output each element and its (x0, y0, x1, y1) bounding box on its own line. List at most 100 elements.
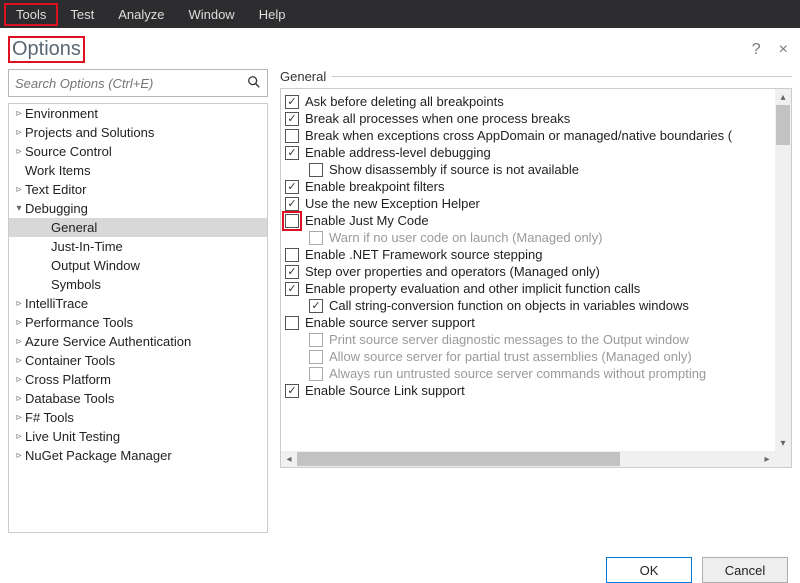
option-break-when-exceptions-cross-appdomain-or[interactable]: Break when exceptions cross AppDomain or… (285, 127, 775, 144)
tree-item-label: Performance Tools (25, 315, 133, 330)
checkbox[interactable] (285, 95, 299, 109)
tree-item-database-tools[interactable]: Database Tools (9, 389, 267, 408)
option-label: Enable Just My Code (305, 213, 429, 228)
tree-item-work-items[interactable]: Work Items (9, 161, 267, 180)
checkbox[interactable] (285, 112, 299, 126)
tree-item-intellitrace[interactable]: IntelliTrace (9, 294, 267, 313)
tree-item-symbols[interactable]: Symbols (9, 275, 267, 294)
option-enable-source-server-support[interactable]: Enable source server support (285, 314, 775, 331)
tree-item-live-unit-testing[interactable]: Live Unit Testing (9, 427, 267, 446)
option-show-disassembly-if-source-is-not-availa[interactable]: Show disassembly if source is not availa… (285, 161, 775, 178)
option-label: Break when exceptions cross AppDomain or… (305, 128, 732, 143)
ok-button[interactable]: OK (606, 557, 692, 583)
tree-item-debugging[interactable]: Debugging (9, 199, 267, 218)
tree-item-label: General (51, 220, 97, 235)
tree-item-f-tools[interactable]: F# Tools (9, 408, 267, 427)
menu-help[interactable]: Help (247, 3, 298, 26)
menu-analyze[interactable]: Analyze (106, 3, 176, 26)
scroll-track[interactable] (775, 105, 791, 435)
checkbox[interactable] (285, 197, 299, 211)
options-tree[interactable]: EnvironmentProjects and SolutionsSource … (8, 103, 268, 533)
search-row (8, 69, 268, 97)
option-label: Enable .NET Framework source stepping (305, 247, 542, 262)
vertical-scrollbar[interactable]: ▴ ▾ (775, 89, 791, 451)
checkbox[interactable] (285, 282, 299, 296)
scroll-right-icon[interactable]: ▸ (759, 451, 775, 467)
option-step-over-properties-and-operators-manag[interactable]: Step over properties and operators (Mana… (285, 263, 775, 280)
tree-twisty-icon[interactable] (13, 393, 25, 404)
scroll-up-icon[interactable]: ▴ (775, 89, 791, 105)
tree-item-projects-and-solutions[interactable]: Projects and Solutions (9, 123, 267, 142)
tree-item-just-in-time[interactable]: Just-In-Time (9, 237, 267, 256)
option-enable-just-my-code[interactable]: Enable Just My Code (285, 212, 775, 229)
search-input[interactable] (15, 76, 247, 91)
option-use-the-new-exception-helper[interactable]: Use the new Exception Helper (285, 195, 775, 212)
option-ask-before-deleting-all-breakpoints[interactable]: Ask before deleting all breakpoints (285, 93, 775, 110)
checkbox[interactable] (285, 316, 299, 330)
option-enable-breakpoint-filters[interactable]: Enable breakpoint filters (285, 178, 775, 195)
group-label-row: General (280, 69, 792, 84)
option-enable-address-level-debugging[interactable]: Enable address-level debugging (285, 144, 775, 161)
tree-item-general[interactable]: General (9, 218, 267, 237)
tree-item-label: NuGet Package Manager (25, 448, 172, 463)
option-break-all-processes-when-one-process-bre[interactable]: Break all processes when one process bre… (285, 110, 775, 127)
option-enable-source-link-support[interactable]: Enable Source Link support (285, 382, 775, 399)
checkbox[interactable] (285, 214, 299, 228)
cancel-button[interactable]: Cancel (702, 557, 788, 583)
tree-item-azure-service-authentication[interactable]: Azure Service Authentication (9, 332, 267, 351)
tree-twisty-icon[interactable] (13, 336, 25, 347)
close-button[interactable]: × (779, 41, 788, 59)
tree-item-environment[interactable]: Environment (9, 104, 267, 123)
hscroll-thumb[interactable] (297, 452, 620, 466)
tree-twisty-icon[interactable] (13, 317, 25, 328)
checkbox[interactable] (309, 299, 323, 313)
hscroll-track[interactable] (297, 451, 759, 467)
option-call-string-conversion-function-on-objec[interactable]: Call string-conversion function on objec… (285, 297, 775, 314)
checkbox[interactable] (285, 129, 299, 143)
tree-twisty-icon[interactable] (13, 108, 25, 119)
horizontal-scrollbar[interactable]: ◂ ▸ (281, 451, 775, 467)
checkbox[interactable] (285, 265, 299, 279)
tree-twisty-icon[interactable] (13, 355, 25, 366)
tree-twisty-icon[interactable] (13, 146, 25, 157)
help-button[interactable]: ? (752, 41, 761, 59)
scroll-left-icon[interactable]: ◂ (281, 451, 297, 467)
scroll-corner (775, 451, 791, 467)
tree-item-source-control[interactable]: Source Control (9, 142, 267, 161)
tree-item-cross-platform[interactable]: Cross Platform (9, 370, 267, 389)
option-enable-net-framework-source-stepping[interactable]: Enable .NET Framework source stepping (285, 246, 775, 263)
checkbox[interactable] (285, 146, 299, 160)
tree-item-container-tools[interactable]: Container Tools (9, 351, 267, 370)
checkbox[interactable] (285, 180, 299, 194)
option-label: Enable Source Link support (305, 383, 465, 398)
tree-twisty-icon[interactable] (13, 374, 25, 385)
option-label: Enable property evaluation and other imp… (305, 281, 640, 296)
tree-item-output-window[interactable]: Output Window (9, 256, 267, 275)
tree-item-performance-tools[interactable]: Performance Tools (9, 313, 267, 332)
option-allow-source-server-for-partial-trust-as: Allow source server for partial trust as… (285, 348, 775, 365)
checkbox[interactable] (285, 384, 299, 398)
tree-twisty-icon[interactable] (13, 127, 25, 138)
tree-twisty-icon[interactable] (13, 298, 25, 309)
menu-tools[interactable]: Tools (4, 3, 58, 26)
search-icon[interactable] (247, 75, 261, 92)
checkbox[interactable] (285, 248, 299, 262)
checkbox[interactable] (309, 163, 323, 177)
tree-item-nuget-package-manager[interactable]: NuGet Package Manager (9, 446, 267, 465)
scroll-down-icon[interactable]: ▾ (775, 435, 791, 451)
menu-window[interactable]: Window (176, 3, 246, 26)
group-label: General (280, 69, 326, 84)
scroll-thumb[interactable] (776, 105, 790, 145)
tree-twisty-icon[interactable] (13, 431, 25, 442)
tree-item-text-editor[interactable]: Text Editor (9, 180, 267, 199)
tree-twisty-icon[interactable] (13, 450, 25, 461)
option-enable-property-evaluation-and-other-imp[interactable]: Enable property evaluation and other imp… (285, 280, 775, 297)
option-warn-if-no-user-code-on-launch-managed-o: Warn if no user code on launch (Managed … (285, 229, 775, 246)
tree-twisty-icon[interactable] (13, 203, 25, 214)
option-label: Call string-conversion function on objec… (329, 298, 689, 313)
tree-twisty-icon[interactable] (13, 412, 25, 423)
option-label: Allow source server for partial trust as… (329, 349, 692, 364)
menu-test[interactable]: Test (58, 3, 106, 26)
tree-twisty-icon[interactable] (13, 184, 25, 195)
option-label: Use the new Exception Helper (305, 196, 480, 211)
